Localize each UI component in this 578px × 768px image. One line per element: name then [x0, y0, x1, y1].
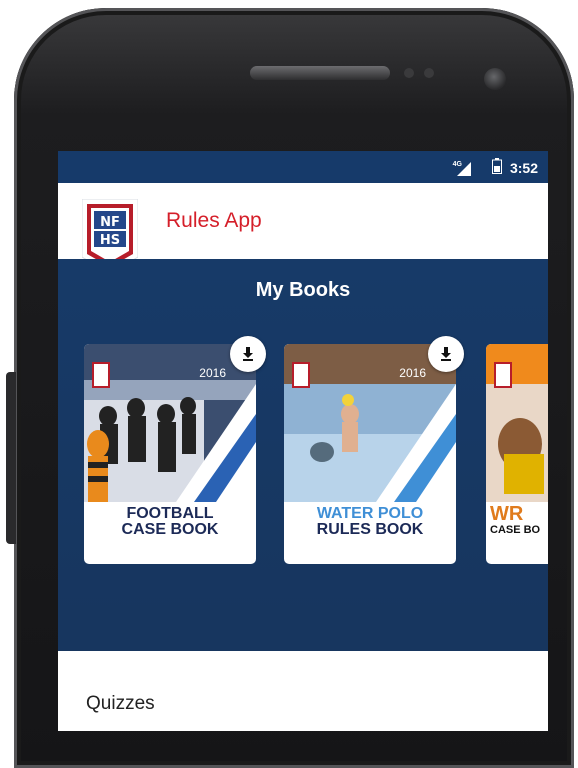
book-card-wrestling[interactable]: WR CASE BO	[486, 344, 548, 564]
app-title: Rules App	[166, 209, 262, 232]
book-card-water-polo[interactable]: 2016 WATER POLO RULES BOOK	[284, 344, 456, 564]
battery-icon	[491, 158, 502, 177]
status-time: 3:52	[509, 159, 538, 176]
download-button[interactable]	[230, 336, 266, 372]
book-nfhs-badge	[92, 362, 110, 388]
book-title: WATER POLO RULES BOOK	[284, 506, 456, 538]
section-title-my-books: My Books	[255, 279, 351, 301]
book-title-line1: WATER POLO	[316, 505, 424, 522]
book-title-line2: RULES BOOK	[316, 521, 424, 538]
signal-icon: 4G	[453, 160, 484, 176]
svg-text:NF: NF	[100, 215, 120, 230]
book-nfhs-badge	[292, 362, 310, 388]
my-books-section: My Books 2016 FOOTBALL CASE BOOK 2016 WA…	[58, 259, 548, 617]
book-title-line2: CASE BOOK	[121, 521, 219, 538]
download-button[interactable]	[428, 336, 464, 372]
book-title-line1: WR	[490, 503, 524, 525]
app-screen: 4G 3:52 NF HS Rules App My Books 2016 FO…	[58, 151, 548, 731]
book-year: 2016	[399, 366, 426, 380]
download-icon	[441, 347, 451, 361]
status-bar: 4G 3:52	[58, 151, 548, 183]
phone-sensor	[424, 68, 434, 78]
book-nfhs-badge	[494, 362, 512, 388]
svg-text:HS: HS	[100, 233, 120, 248]
quizzes-section: Quizzes	[58, 651, 548, 731]
front-camera	[484, 68, 506, 90]
network-type: 4G	[452, 160, 462, 168]
section-title-quizzes[interactable]: Quizzes	[86, 693, 155, 715]
phone-side-button	[6, 372, 16, 544]
book-title-line1: FOOTBALL	[126, 505, 214, 522]
book-title-line2: CASE BO	[490, 524, 541, 536]
book-year: 2016	[199, 366, 226, 380]
phone-sensor	[404, 68, 414, 78]
book-card-football[interactable]: 2016 FOOTBALL CASE BOOK	[84, 344, 256, 564]
book-title: WR CASE BO	[486, 503, 548, 538]
phone-earpiece	[250, 66, 390, 80]
book-title: FOOTBALL CASE BOOK	[84, 506, 256, 538]
app-bar: NF HS Rules App	[58, 183, 548, 273]
download-icon	[243, 347, 253, 361]
